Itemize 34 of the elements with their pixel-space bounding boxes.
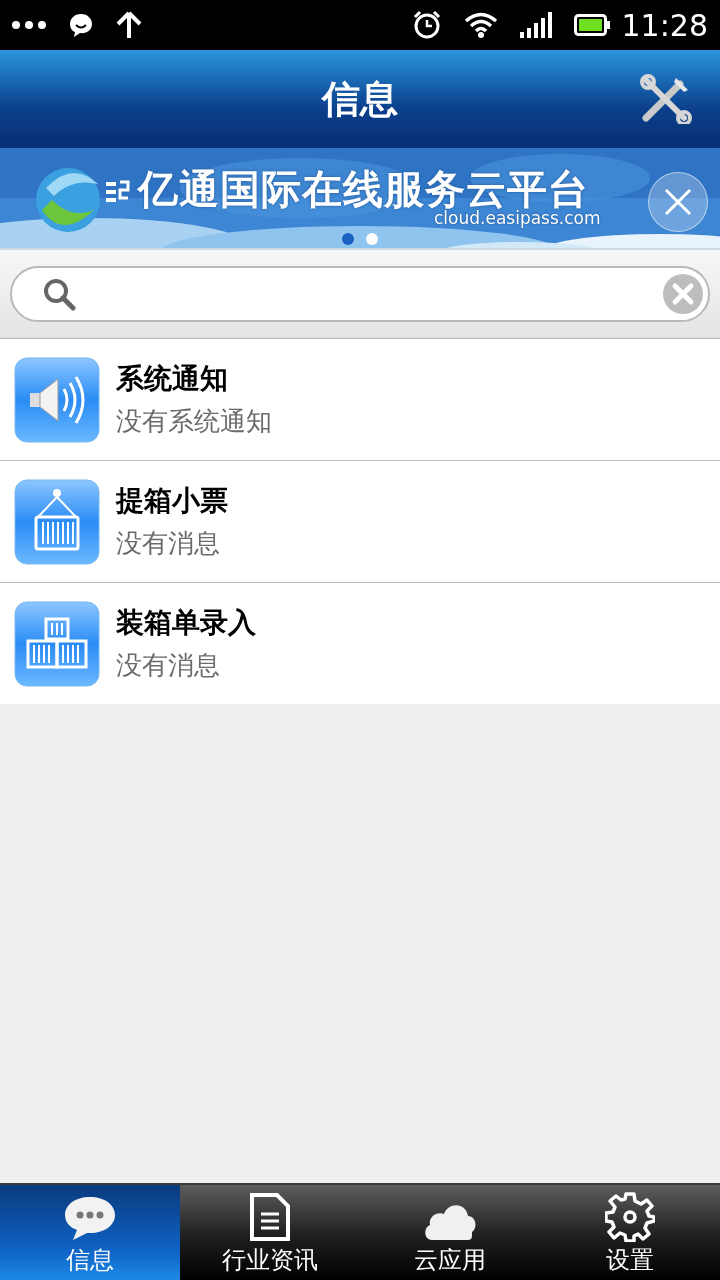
row-title: 系统通知 (116, 361, 229, 397)
close-button[interactable] (648, 172, 708, 232)
container-stack-icon (14, 600, 100, 687)
message-row[interactable]: 提箱小票 没有消息 (0, 461, 720, 583)
search-field[interactable] (10, 266, 710, 322)
hanging-container-icon (14, 478, 100, 565)
page-title: 信息 (322, 75, 398, 123)
close-icon (664, 188, 692, 216)
row-subtitle: 没有系统通知 (116, 405, 272, 438)
upload-arrow-icon (116, 11, 142, 39)
row-subtitle: 没有消息 (116, 649, 221, 682)
speaker-icon (14, 356, 100, 443)
message-row[interactable]: 装箱单录入 没有消息 (0, 583, 720, 704)
chat-icon (68, 12, 94, 38)
chat-bubble-icon (63, 1194, 117, 1242)
tab[interactable]: 设置 (540, 1185, 720, 1280)
tab[interactable]: 信息 (0, 1185, 180, 1280)
document-icon (249, 1192, 291, 1242)
row-title: 装箱单录入 (116, 605, 256, 641)
row-subtitle: 没有消息 (116, 527, 221, 560)
signal-icon (519, 12, 552, 38)
battery-icon (573, 14, 610, 36)
tab[interactable]: 行业资讯 (180, 1185, 360, 1280)
tools-icon[interactable] (640, 74, 692, 124)
more-icon (12, 21, 46, 29)
search-icon (42, 277, 76, 311)
status-time: 11:28 (621, 7, 708, 43)
gear-icon (605, 1192, 655, 1242)
row-title: 提箱小票 (116, 483, 228, 519)
wifi-icon (463, 12, 498, 38)
clear-icon[interactable] (662, 273, 704, 315)
alarm-icon (411, 10, 442, 40)
tab[interactable]: 云应用 (360, 1185, 540, 1280)
message-row[interactable]: 系统通知 没有系统通知 (0, 339, 720, 461)
